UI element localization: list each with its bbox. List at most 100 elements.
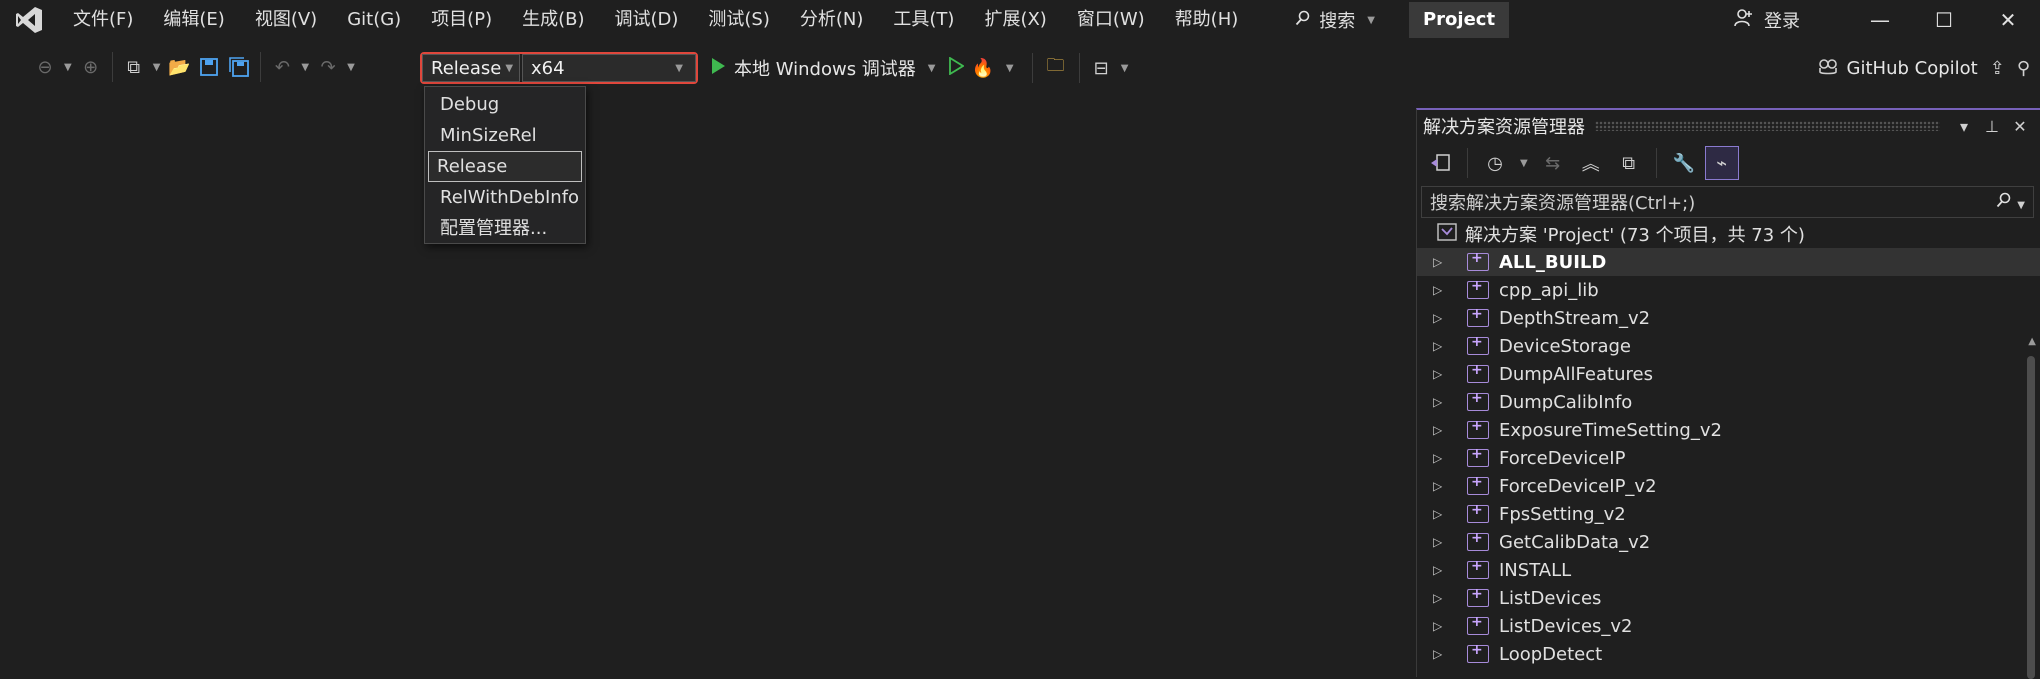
tree-node[interactable]: ▷ GetCalibData_v2 bbox=[1417, 528, 2040, 556]
close-panel-icon[interactable]: ✕ bbox=[2006, 117, 2034, 136]
new-item-icon[interactable]: ⧉ bbox=[119, 52, 149, 82]
tree-node[interactable]: ▷ cpp_api_lib bbox=[1417, 276, 2040, 304]
github-copilot-button[interactable]: GitHub Copilot bbox=[1817, 56, 1978, 81]
menu-git[interactable]: Git(G) bbox=[332, 0, 416, 40]
redo-icon[interactable]: ↷ bbox=[313, 52, 343, 82]
dropdown-option-release[interactable]: Release bbox=[428, 151, 582, 182]
feedback-icon[interactable]: ⚲ bbox=[2017, 58, 2030, 79]
expand-arrow-icon[interactable]: ▷ bbox=[1433, 647, 1459, 661]
share-icon[interactable]: ⇪ bbox=[1990, 58, 2005, 79]
menu-debug[interactable]: 调试(D) bbox=[600, 0, 694, 40]
solution-explorer-toolbar: ◷ ▼ ⇆ ︽ ⧉ 🔧 ⌁ bbox=[1417, 142, 2040, 184]
undo-icon[interactable]: ↶ bbox=[267, 52, 297, 82]
tree-node[interactable]: ▷ INSTALL bbox=[1417, 556, 2040, 584]
chevron-down-icon[interactable]: ▼ bbox=[1121, 63, 1129, 74]
expand-arrow-icon[interactable]: ▷ bbox=[1433, 479, 1459, 493]
menu-help[interactable]: 帮助(H) bbox=[1160, 0, 1254, 40]
expand-arrow-icon[interactable]: ▷ bbox=[1433, 311, 1459, 325]
expand-arrow-icon[interactable]: ▷ bbox=[1433, 395, 1459, 409]
chevron-down-icon[interactable]: ▼ bbox=[1520, 158, 1528, 169]
menu-analyze[interactable]: 分析(N) bbox=[785, 0, 879, 40]
expand-arrow-icon[interactable]: ▷ bbox=[1433, 535, 1459, 549]
tree-node[interactable]: ▷ DepthStream_v2 bbox=[1417, 304, 2040, 332]
dropdown-option-minsizerel[interactable]: MinSizeRel bbox=[428, 120, 582, 151]
expand-arrow-icon[interactable]: ▷ bbox=[1433, 619, 1459, 633]
project-label: LoopDetect bbox=[1499, 643, 1603, 665]
menu-test[interactable]: 测试(S) bbox=[693, 0, 784, 40]
menu-project[interactable]: 项目(P) bbox=[416, 0, 507, 40]
tree-node[interactable]: ▷ FpsSetting_v2 bbox=[1417, 500, 2040, 528]
tree-node[interactable]: ▷ ListDevices bbox=[1417, 584, 2040, 612]
tree-node[interactable]: ▷ ExposureTimeSetting_v2 bbox=[1417, 416, 2040, 444]
tree-node[interactable]: ▷ DumpAllFeatures bbox=[1417, 360, 2040, 388]
tree-node[interactable]: ▷ ForceDeviceIP bbox=[1417, 444, 2040, 472]
start-debugging-button[interactable]: 本地 Windows 调试器 ▼ bbox=[710, 55, 940, 81]
properties-icon[interactable]: 🔧 bbox=[1667, 146, 1701, 180]
chevron-down-icon[interactable]: ▼ bbox=[347, 62, 355, 73]
menu-tools[interactable]: 工具(T) bbox=[878, 0, 969, 40]
chevron-down-icon[interactable]: ▼ bbox=[153, 62, 161, 73]
menu-edit[interactable]: 编辑(E) bbox=[148, 0, 239, 40]
back-icon[interactable]: ⊖ bbox=[30, 52, 60, 82]
dropdown-option-relwithdebinfo[interactable]: RelWithDebInfo bbox=[428, 182, 582, 213]
chevron-down-icon[interactable]: ▼ bbox=[1006, 63, 1014, 74]
collapse-all-icon[interactable]: ︽ bbox=[1574, 146, 1608, 180]
expand-arrow-icon[interactable]: ▷ bbox=[1433, 451, 1459, 465]
menu-extensions[interactable]: 扩展(X) bbox=[969, 0, 1061, 40]
expand-arrow-icon[interactable]: ▷ bbox=[1433, 255, 1459, 269]
tree-node-all-build[interactable]: ▷ ALL_BUILD bbox=[1417, 248, 2040, 276]
chevron-down-icon[interactable]: ▼ bbox=[301, 62, 309, 73]
save-all-icon[interactable] bbox=[224, 52, 254, 82]
expand-arrow-icon[interactable]: ▷ bbox=[1433, 507, 1459, 521]
expand-arrow-icon[interactable]: ▷ bbox=[1433, 563, 1459, 577]
solution-root-node[interactable]: 解决方案 'Project' (73 个项目，共 73 个) bbox=[1417, 220, 2040, 248]
expand-arrow-icon[interactable]: ▷ bbox=[1433, 283, 1459, 297]
window-position-icon[interactable]: ▾ bbox=[1950, 117, 1978, 136]
expand-arrow-icon[interactable]: ▷ bbox=[1433, 339, 1459, 353]
expand-arrow-icon[interactable]: ▷ bbox=[1433, 367, 1459, 381]
login-button[interactable]: 登录 bbox=[1734, 7, 1800, 33]
layout-icon[interactable]: ⊟ bbox=[1094, 58, 1109, 79]
menu-window[interactable]: 窗口(W) bbox=[1062, 0, 1160, 40]
save-icon[interactable] bbox=[194, 52, 224, 82]
pin-icon[interactable]: ⊥ bbox=[1978, 117, 2006, 136]
sync-with-active-document-icon[interactable]: ⇆ bbox=[1536, 146, 1570, 180]
close-button[interactable]: ✕ bbox=[1976, 0, 2040, 40]
project-icon bbox=[1467, 530, 1489, 551]
project-label: GetCalibData_v2 bbox=[1499, 531, 1651, 553]
tree-node[interactable]: ▷ ForceDeviceIP_v2 bbox=[1417, 472, 2040, 500]
menu-view[interactable]: 视图(V) bbox=[240, 0, 332, 40]
switch-views-icon[interactable] bbox=[1423, 146, 1457, 180]
open-folder-icon[interactable]: 📂 bbox=[164, 52, 194, 82]
maximize-button[interactable]: ☐ bbox=[1912, 0, 1976, 40]
scroll-up-icon[interactable]: ▲ bbox=[2028, 336, 2036, 347]
minimize-button[interactable]: — bbox=[1848, 0, 1912, 40]
forward-icon[interactable]: ⊕ bbox=[76, 52, 106, 82]
show-all-files-icon[interactable]: ⧉ bbox=[1612, 146, 1646, 180]
chevron-down-icon[interactable]: ▼ bbox=[64, 62, 72, 73]
tree-node[interactable]: ▷ LoopDetect bbox=[1417, 640, 2040, 668]
start-without-debugging-icon[interactable] bbox=[948, 55, 965, 80]
dropdown-option-config-manager[interactable]: 配置管理器... bbox=[428, 213, 582, 244]
menu-file[interactable]: 文件(F) bbox=[58, 0, 148, 40]
solution-explorer-search[interactable]: 搜索解决方案资源管理器(Ctrl+;) ▼ bbox=[1421, 186, 2034, 218]
project-icon bbox=[1467, 558, 1489, 579]
expand-arrow-icon[interactable]: ▷ bbox=[1433, 423, 1459, 437]
toolbar-divider bbox=[111, 52, 113, 82]
pending-changes-filter-icon[interactable]: ◷ bbox=[1478, 146, 1512, 180]
platform-select[interactable]: x64 ▼ bbox=[522, 54, 696, 82]
scrollbar-thumb[interactable] bbox=[2027, 356, 2035, 679]
drag-handle[interactable] bbox=[1595, 121, 1940, 131]
dropdown-option-debug[interactable]: Debug bbox=[428, 89, 582, 120]
tree-node[interactable]: ▷ DumpCalibInfo bbox=[1417, 388, 2040, 416]
preview-selected-items-icon[interactable]: ⌁ bbox=[1704, 146, 1739, 180]
find-in-files-icon[interactable]: 🗀 bbox=[1047, 53, 1065, 83]
expand-arrow-icon[interactable]: ▷ bbox=[1433, 591, 1459, 605]
search-button[interactable]: 搜索 ▼ bbox=[1283, 7, 1391, 33]
hot-reload-icon[interactable]: 🔥 bbox=[972, 58, 994, 79]
menu-build[interactable]: 生成(B) bbox=[507, 0, 599, 40]
tree-node[interactable]: ▷ ListDevices_v2 bbox=[1417, 612, 2040, 640]
project-icon bbox=[1467, 642, 1489, 663]
configuration-select[interactable]: Release ▼ bbox=[422, 54, 520, 82]
tree-node[interactable]: ▷ DeviceStorage bbox=[1417, 332, 2040, 360]
